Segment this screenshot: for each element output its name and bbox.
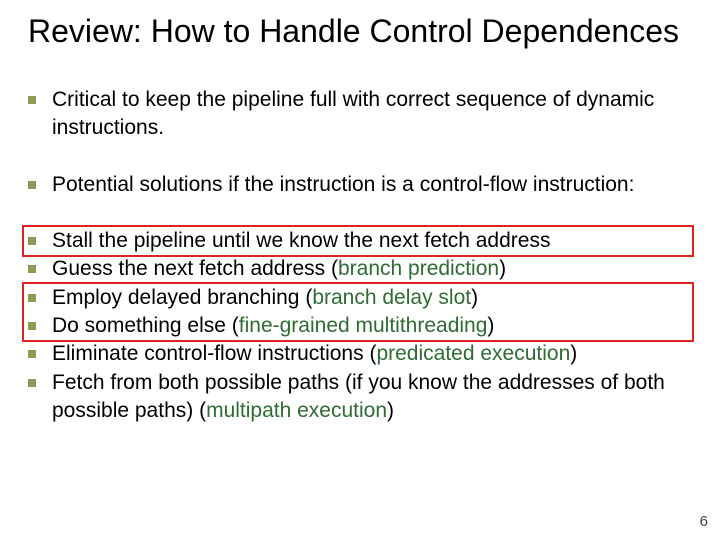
square-bullet-icon <box>28 96 36 104</box>
solution-term: multipath execution <box>206 399 387 422</box>
square-bullet-icon <box>28 265 36 273</box>
square-bullet-icon <box>28 322 36 330</box>
intro-text-2: Potential solutions if the instruction i… <box>52 171 634 199</box>
solution-text: Guess the next fetch address (branch pre… <box>52 255 506 283</box>
solution-term: branch prediction <box>338 257 499 280</box>
page-number: 6 <box>700 513 708 530</box>
solution-text: Fetch from both possible paths (if you k… <box>52 369 688 426</box>
solution-item-2: Guess the next fetch address (branch pre… <box>28 255 688 283</box>
solution-pre: Stall the pipeline until we know the nex… <box>52 229 550 252</box>
solution-item-6: Fetch from both possible paths (if you k… <box>28 369 688 426</box>
solution-item-1: Stall the pipeline until we know the nex… <box>28 227 688 255</box>
solution-post: ) <box>471 286 478 309</box>
solution-item-3: Employ delayed branching (branch delay s… <box>28 284 688 312</box>
bullet-intro-1: Critical to keep the pipeline full with … <box>28 86 688 143</box>
solution-pre: Do something else ( <box>52 314 239 337</box>
solution-pre: Employ delayed branching ( <box>52 286 312 309</box>
square-bullet-icon <box>28 379 36 387</box>
solution-term: branch delay slot <box>312 286 471 309</box>
solution-text: Stall the pipeline until we know the nex… <box>52 227 550 255</box>
solution-item-5: Eliminate control-flow instructions (pre… <box>28 340 688 368</box>
slide: Review: How to Handle Control Dependence… <box>0 0 720 540</box>
square-bullet-icon <box>28 350 36 358</box>
slide-body: Critical to keep the pipeline full with … <box>28 86 688 425</box>
bullet-intro-2: Potential solutions if the instruction i… <box>28 171 688 199</box>
solution-post: ) <box>487 314 494 337</box>
square-bullet-icon <box>28 181 36 189</box>
solutions-list: Stall the pipeline until we know the nex… <box>28 227 688 425</box>
square-bullet-icon <box>28 294 36 302</box>
solution-text: Do something else (fine-grained multithr… <box>52 312 494 340</box>
intro-text-1: Critical to keep the pipeline full with … <box>52 86 688 143</box>
solution-term: fine-grained multithreading <box>239 314 488 337</box>
solution-pre: Eliminate control-flow instructions ( <box>52 342 376 365</box>
solution-text: Employ delayed branching (branch delay s… <box>52 284 478 312</box>
square-bullet-icon <box>28 237 36 245</box>
solution-term: predicated execution <box>376 342 570 365</box>
solution-item-4: Do something else (fine-grained multithr… <box>28 312 688 340</box>
solution-pre: Guess the next fetch address ( <box>52 257 338 280</box>
slide-title: Review: How to Handle Control Dependence… <box>28 14 679 50</box>
solution-post: ) <box>570 342 577 365</box>
solution-text: Eliminate control-flow instructions (pre… <box>52 340 577 368</box>
solution-post: ) <box>387 399 394 422</box>
solution-post: ) <box>499 257 506 280</box>
